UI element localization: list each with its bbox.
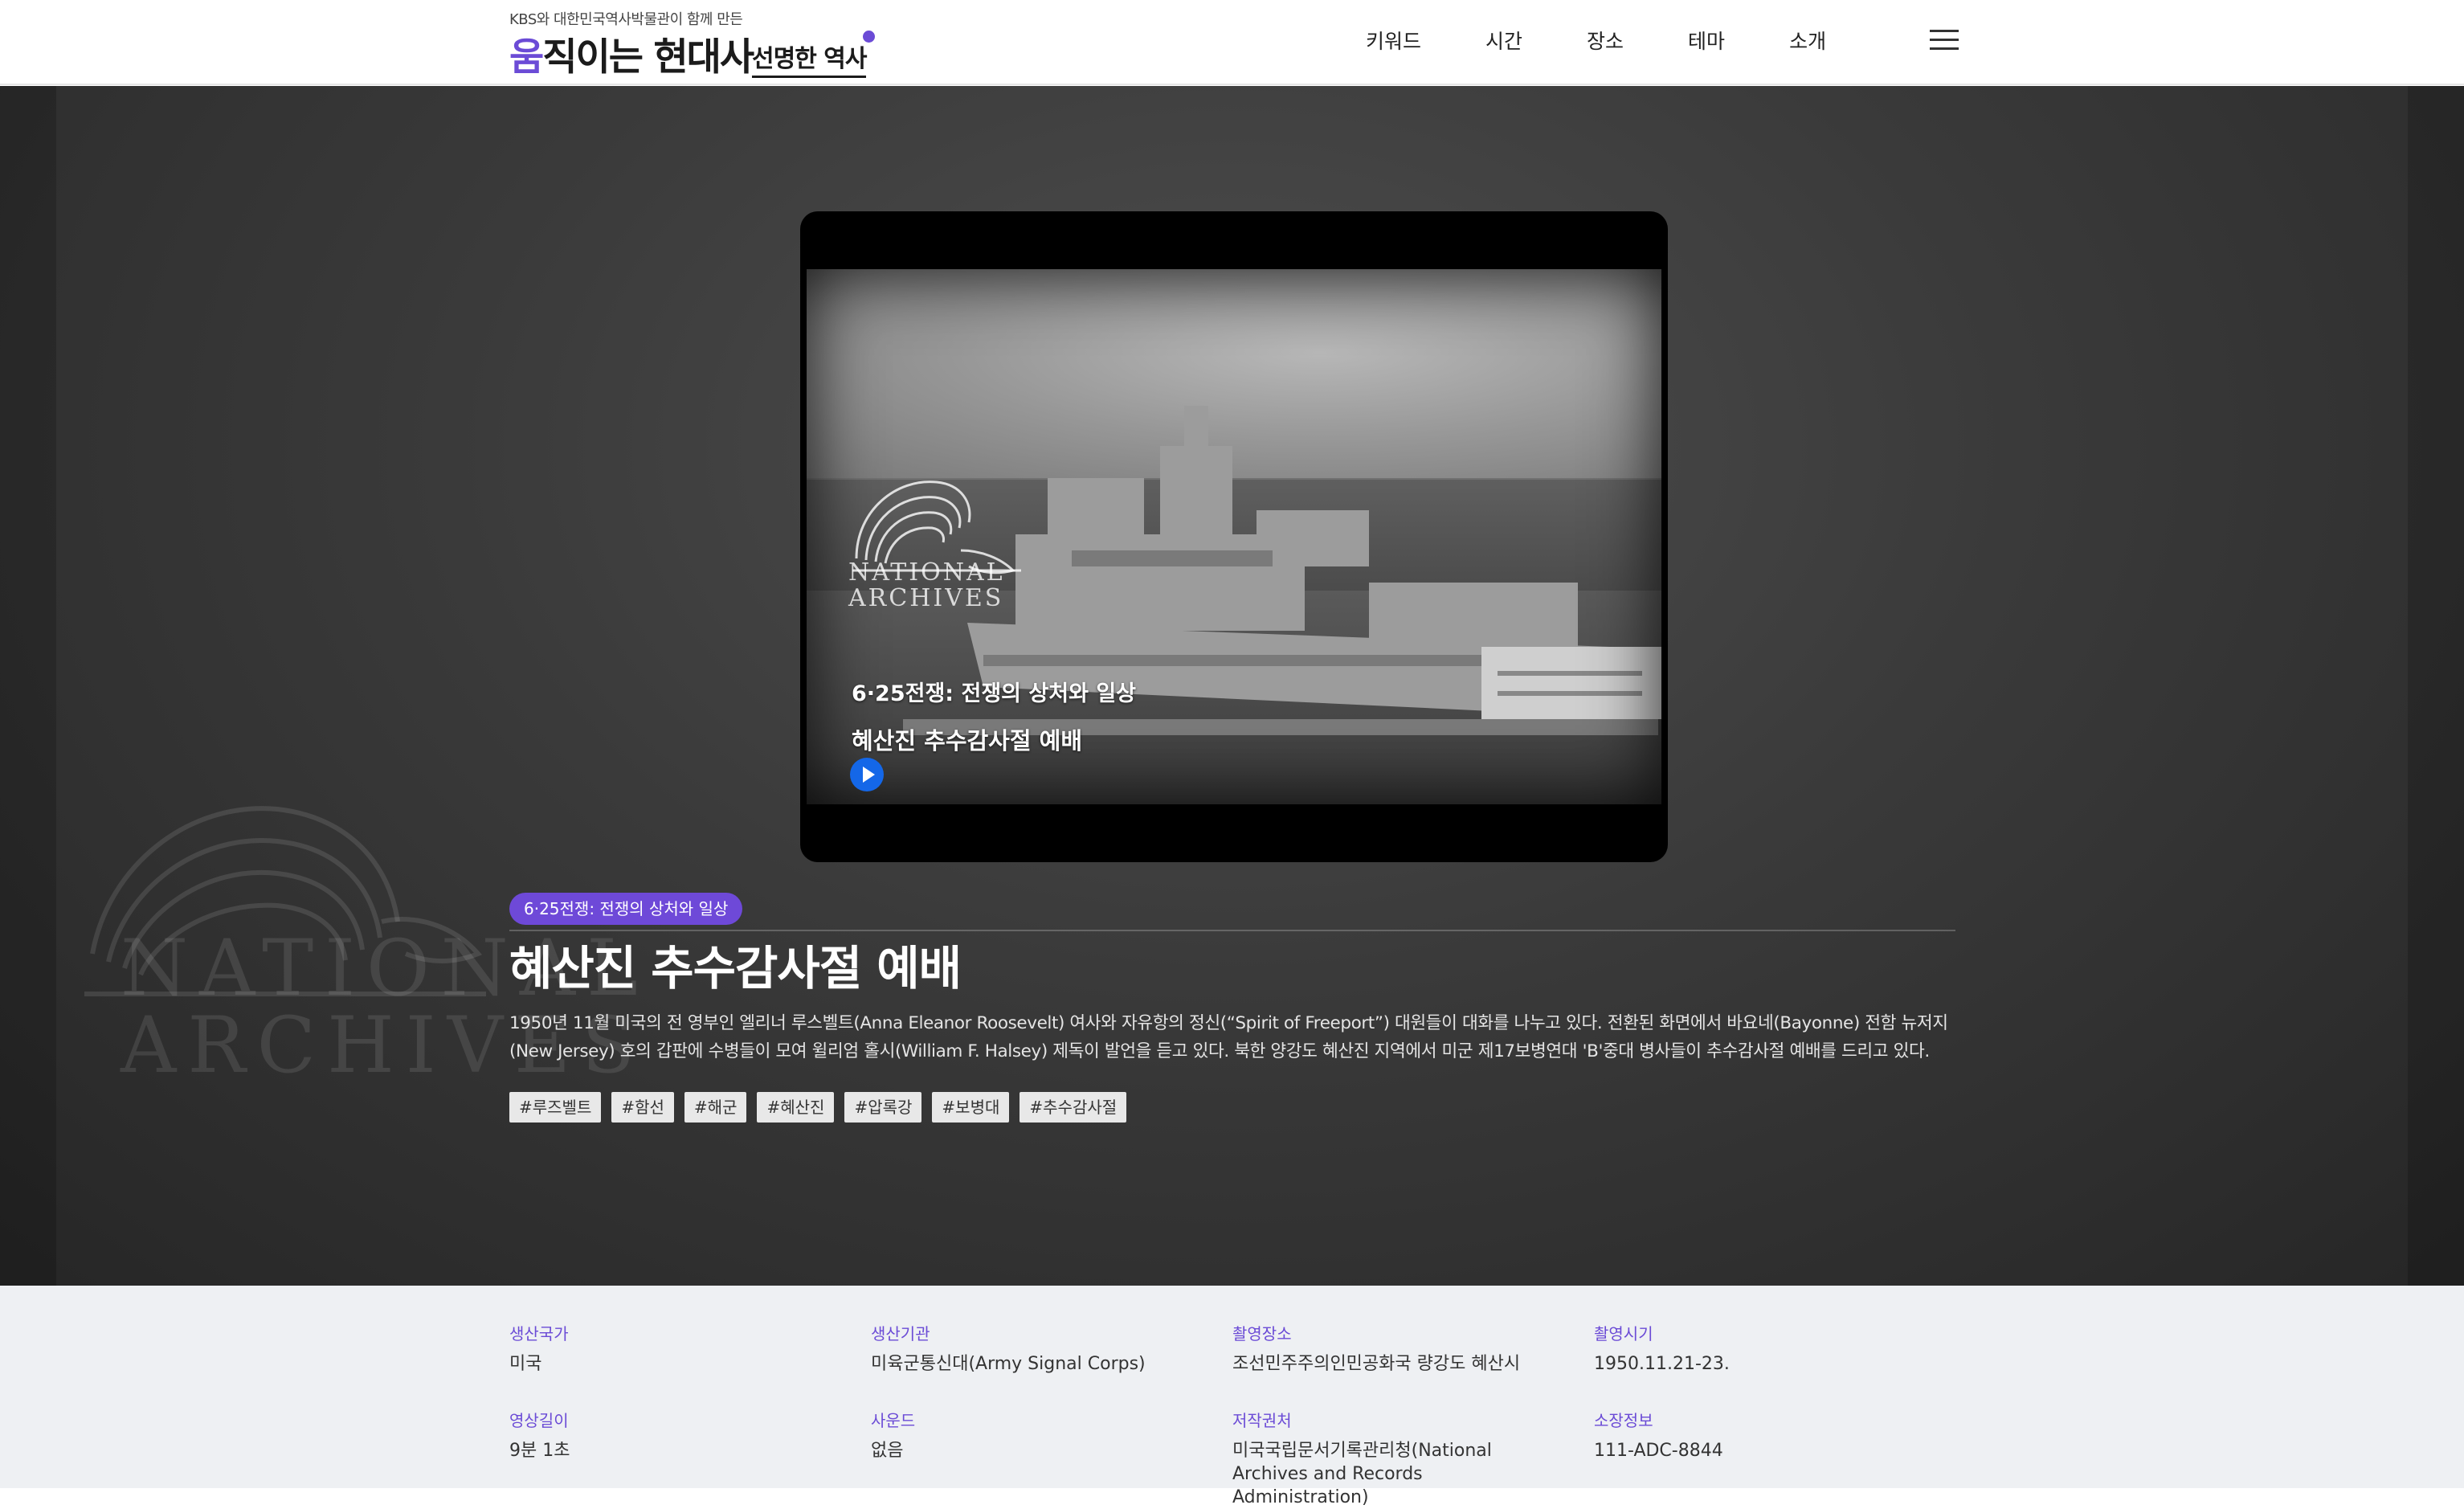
video-title: 혜산진 추수감사절 예배 <box>852 727 1082 754</box>
info-producer: 생산기관 미육군통신대(Army Signal Corps) <box>871 1321 1208 1376</box>
video-category: 6·25전쟁: 전쟁의 상처와 일상 <box>852 681 1137 706</box>
hero-section: NATIONAL ARCHIVES NATIONAL ARCHIVES 6·25… <box>0 86 2464 1286</box>
info-value: 미국 <box>509 1354 542 1374</box>
logo-subtitle: 선명한 역사 <box>752 39 867 78</box>
tag-ship[interactable]: #함선 <box>611 1092 674 1123</box>
info-label: 영상길이 <box>509 1411 569 1430</box>
hamburger-menu-icon[interactable] <box>1930 28 1959 52</box>
info-label: 생산국가 <box>509 1324 569 1343</box>
info-value: 미국국립문서기록관리청(National Archives and Record… <box>1232 1441 1492 1507</box>
video-description: 1950년 11월 미국의 전 영부인 엘리너 루스벨트(Anna Eleano… <box>509 1013 1948 1061</box>
info-value: 9분 1초 <box>509 1441 570 1461</box>
info-label: 촬영장소 <box>1232 1324 1292 1343</box>
info-holding: 소장정보 111-ADC-8844 <box>1594 1408 1931 1462</box>
info-length: 영상길이 9분 1초 <box>509 1408 847 1462</box>
video-watermark-line2: ARCHIVES <box>848 584 1004 612</box>
info-label: 사운드 <box>871 1411 916 1430</box>
tag-roosevelt[interactable]: #루즈벨트 <box>509 1092 602 1123</box>
nav-item-time[interactable]: 시간 <box>1485 26 1522 55</box>
info-value: 1950.11.21-23. <box>1594 1354 1730 1374</box>
logo-dot <box>863 31 875 43</box>
video-watermark-line1: NATIONAL <box>848 558 1005 587</box>
tag-list: #루즈벨트 #함선 #해군 #혜산진 #압록강 #보병대 #추수감사절 <box>509 1092 1137 1123</box>
nav-item-place[interactable]: 장소 <box>1587 26 1624 55</box>
info-date: 촬영시기 1950.11.21-23. <box>1594 1321 1931 1376</box>
main-nav: 키워드 시간 장소 테마 소개 <box>1366 0 1890 80</box>
info-label: 촬영시기 <box>1594 1324 1653 1343</box>
nav-item-keyword[interactable]: 키워드 <box>1366 26 1421 55</box>
background-edge-left <box>0 86 56 1286</box>
video-watermark: NATIONAL ARCHIVES <box>848 560 1005 611</box>
nav-item-about[interactable]: 소개 <box>1789 26 1826 55</box>
info-value: 미육군통신대(Army Signal Corps) <box>871 1354 1146 1374</box>
info-label: 저작권처 <box>1232 1411 1292 1430</box>
tag-infantry[interactable]: #보병대 <box>932 1092 1010 1123</box>
info-location: 촬영장소 조선민주주의인민공화국 량강도 혜산시 <box>1232 1321 1570 1376</box>
info-label: 생산기관 <box>871 1324 930 1343</box>
info-copyright: 저작권처 미국국립문서기록관리청(National Archives and R… <box>1232 1408 1562 1509</box>
page-title: 혜산진 추수감사절 예배 <box>509 941 962 996</box>
tag-navy[interactable]: #해군 <box>684 1092 747 1123</box>
site-logo[interactable]: KBS와 대한민국역사박물관이 함께 만든 움직이는 현대사 선명한 역사 <box>509 8 879 80</box>
background-edge-right <box>2408 86 2464 1286</box>
tag-hyesanjin[interactable]: #혜산진 <box>757 1092 835 1123</box>
nav-item-theme[interactable]: 테마 <box>1688 26 1725 55</box>
info-value: 없음 <box>871 1441 904 1461</box>
video-info-section: 생산국가 미국 생산기관 미육군통신대(Army Signal Corps) 촬… <box>0 1286 2464 1507</box>
tag-thanksgiving[interactable]: #추수감사절 <box>1020 1092 1127 1123</box>
category-badge[interactable]: 6·25전쟁: 전쟁의 상처와 일상 <box>509 893 743 925</box>
play-icon[interactable] <box>850 758 884 791</box>
logo-title-rest: 직이는 현대사 <box>542 35 754 80</box>
logo-title: 움직이는 현대사 <box>509 26 754 81</box>
video-player[interactable]: NATIONAL ARCHIVES 6·25전쟁: 전쟁의 상처와 일상 혜산진… <box>800 211 1668 862</box>
logo-title-accent: 움 <box>509 35 544 80</box>
site-header: KBS와 대한민국역사박물관이 함께 만든 움직이는 현대사 선명한 역사 키워… <box>0 0 2464 85</box>
info-value: 111-ADC-8844 <box>1594 1441 1723 1461</box>
tag-yalu-river[interactable]: #압록강 <box>844 1092 922 1123</box>
info-sound: 사운드 없음 <box>871 1408 1208 1462</box>
info-value: 조선민주주의인민공화국 량강도 혜산시 <box>1232 1354 1521 1374</box>
info-label: 소장정보 <box>1594 1411 1653 1430</box>
info-country: 생산국가 미국 <box>509 1321 847 1376</box>
